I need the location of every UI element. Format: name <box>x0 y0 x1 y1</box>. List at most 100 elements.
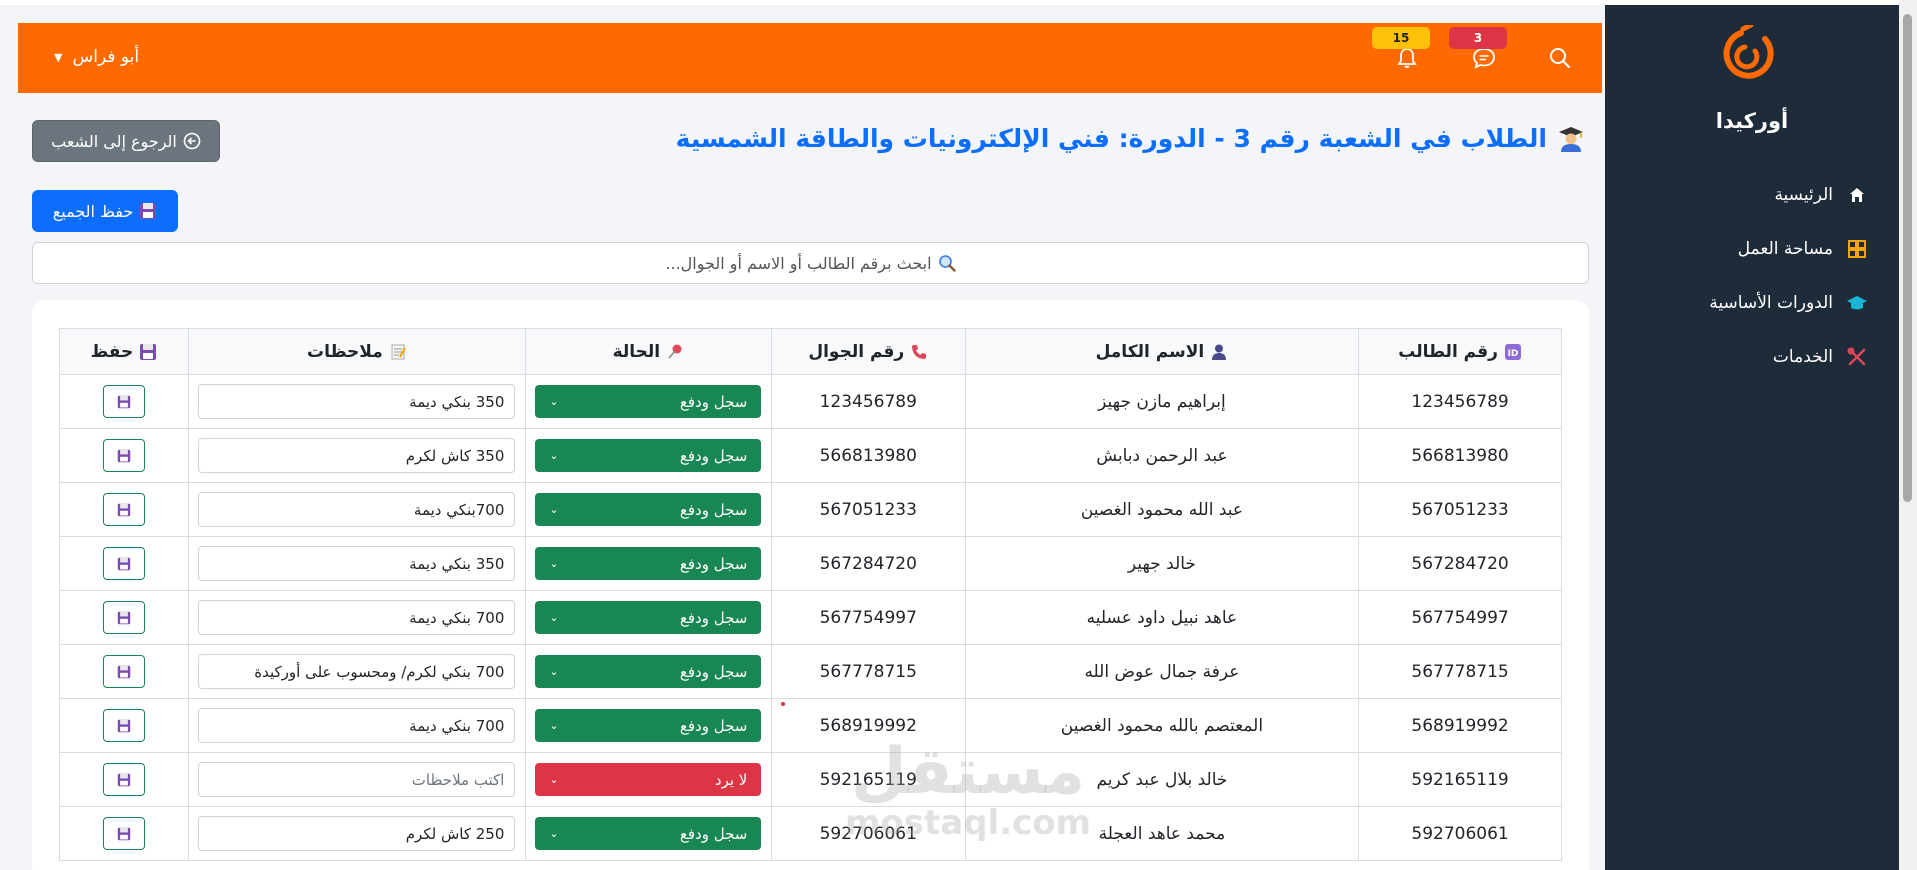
sidebar-item-home[interactable]: الرئيسية <box>1609 168 1869 222</box>
header-notes: ملاحظات <box>187 328 526 375</box>
floppy-disk-icon <box>117 665 131 678</box>
search-input[interactable]: ابحث برقم الطالب أو الاسم أو الجوال... <box>32 242 1589 284</box>
notes-input[interactable]: 700 بنكي ديمة <box>198 708 516 743</box>
graduation-cap-icon <box>1845 291 1869 315</box>
sidebar-item-workspace[interactable]: مساحة العمل <box>1609 222 1869 276</box>
cell-full-name: خالد بلال عبد كريم <box>964 752 1360 807</box>
status-select[interactable]: سجل ودفع ⌄ <box>535 709 762 742</box>
cell-status: سجل ودفع ⌄ <box>524 590 772 645</box>
notes-input[interactable]: 700بنكي ديمة <box>198 492 516 527</box>
table-row: 567754997 عاهد نبيل داود عسليه 567754997 سج… <box>59 590 1562 645</box>
notes-input[interactable]: اكتب ملاحظات <box>198 762 516 797</box>
floppy-disk-icon <box>117 449 131 462</box>
floppy-disk-icon <box>117 827 131 840</box>
notes-input[interactable]: 700 بنكي لكرم/ ومحسوب على أوركيدة <box>198 654 516 689</box>
floppy-disk-icon <box>117 719 131 732</box>
cell-student-id: 567778715 <box>1358 644 1562 699</box>
table-row: 567778715 عرفة جمال عوض الله 567778715 سجل … <box>59 644 1562 699</box>
status-value: سجل ودفع <box>679 392 748 411</box>
sidebar-item-services[interactable]: الخدمات <box>1609 330 1869 384</box>
sidebar-item-label: الدورات الأساسية <box>1709 293 1833 313</box>
cell-phone: 592706061 <box>770 806 966 861</box>
cell-phone: 123456789 <box>770 374 966 429</box>
chevron-down-icon: ⌄ <box>549 665 559 678</box>
students-table-body: 123456789 إبراهيم مازن جهيز 123456789 سجل و… <box>59 374 1562 861</box>
cell-status: سجل ودفع ⌄ <box>524 482 772 537</box>
scrollbar-thumb[interactable] <box>1903 14 1912 502</box>
tools-icon <box>1845 345 1869 369</box>
sidebar-item-courses[interactable]: الدورات الأساسية <box>1609 276 1869 330</box>
header-label: حفظ <box>90 341 134 362</box>
notes-input[interactable]: 700 بنكي ديمة <box>198 600 516 635</box>
status-value: سجل ودفع <box>679 716 748 735</box>
notes-input[interactable]: 350 بنكي ديمة <box>198 546 516 581</box>
cell-save <box>59 698 189 753</box>
chevron-down-icon: ⌄ <box>549 449 559 462</box>
messages-badge: 3 <box>1449 27 1507 49</box>
save-row-button[interactable] <box>102 439 145 472</box>
chevron-down-icon: ⌄ <box>549 557 559 570</box>
cell-save <box>59 536 189 591</box>
home-icon <box>1845 183 1869 207</box>
cell-phone: 567284720 <box>770 536 966 591</box>
cell-phone: 567754997 <box>770 590 966 645</box>
floppy-disk-icon <box>117 611 131 624</box>
cell-student-id: 592706061 <box>1358 806 1562 861</box>
status-select[interactable]: سجل ودفع ⌄ <box>535 655 762 688</box>
notes-input[interactable]: 350 كاش لكرم <box>198 438 516 473</box>
floppy-disk-icon <box>117 395 131 408</box>
save-row-button[interactable] <box>102 601 145 634</box>
user-menu[interactable]: أبو فراس ▼ <box>54 47 139 67</box>
header-save: حفظ <box>59 328 189 375</box>
search-button[interactable] <box>1545 43 1575 73</box>
status-select[interactable]: سجل ودفع ⌄ <box>535 817 762 850</box>
person-icon <box>1212 344 1227 360</box>
chat-icon <box>1473 48 1495 69</box>
status-select[interactable]: سجل ودفع ⌄ <box>535 493 762 526</box>
status-select[interactable]: سجل ودفع ⌄ <box>535 439 762 472</box>
back-to-sections-button[interactable]: الرجوع إلى الشعب <box>32 120 220 162</box>
sidebar-item-label: الخدمات <box>1772 347 1833 367</box>
header-label: رقم الجوال <box>808 341 905 362</box>
user-name: أبو فراس <box>72 47 140 67</box>
floppy-disk-icon <box>117 773 131 786</box>
svg-text:ID: ID <box>1508 349 1519 359</box>
floppy-disk-icon <box>117 503 131 516</box>
status-select[interactable]: سجل ودفع ⌄ <box>535 547 762 580</box>
save-row-button[interactable] <box>102 763 145 796</box>
cell-status: سجل ودفع ⌄ <box>524 428 772 483</box>
save-all-button[interactable]: حفظ الجميع <box>32 190 178 232</box>
chevron-down-icon: ⌄ <box>549 611 559 624</box>
save-row-button[interactable] <box>102 385 145 418</box>
status-value: سجل ودفع <box>679 662 748 681</box>
cell-full-name: المعتصم بالله محمود الغصين <box>964 698 1360 753</box>
cell-save <box>59 590 189 645</box>
header-full-name: الاسم الكامل <box>964 328 1360 375</box>
status-select[interactable]: سجل ودفع ⌄ <box>535 601 762 634</box>
save-row-button[interactable] <box>102 493 145 526</box>
table-row: 566813980 عبد الرحمن دبابش 566813980 سجل ود… <box>59 428 1562 483</box>
page-scrollbar[interactable] <box>1899 0 1917 870</box>
save-row-button[interactable] <box>102 547 145 580</box>
save-row-button[interactable] <box>102 655 145 688</box>
orchid-logo-icon <box>1723 25 1774 79</box>
cell-notes: 700 بنكي ديمة <box>187 590 526 645</box>
cell-full-name: عاهد نبيل داود عسليه <box>964 590 1360 645</box>
status-select[interactable]: سجل ودفع ⌄ <box>535 385 762 418</box>
status-select[interactable]: لا يرد ⌄ <box>535 763 762 796</box>
cell-notes: 700بنكي ديمة <box>187 482 526 537</box>
header-status: الحالة <box>524 328 772 375</box>
notifications-badge: 15 <box>1372 27 1430 49</box>
search-icon <box>1550 48 1571 69</box>
notes-input[interactable]: 350 بنكي ديمة <box>198 384 516 419</box>
student-icon <box>1559 126 1583 152</box>
notes-input[interactable]: 250 كاش لكرم <box>198 816 516 851</box>
save-row-button[interactable] <box>102 817 145 850</box>
save-row-button[interactable] <box>102 709 145 742</box>
notifications-button[interactable]: 15 <box>1372 27 1430 73</box>
grid-icon <box>1845 237 1869 261</box>
phone-icon <box>912 344 927 359</box>
cell-student-id: 123456789 <box>1358 374 1562 429</box>
messages-button[interactable]: 3 <box>1449 27 1507 73</box>
status-value: سجل ودفع <box>679 500 748 519</box>
